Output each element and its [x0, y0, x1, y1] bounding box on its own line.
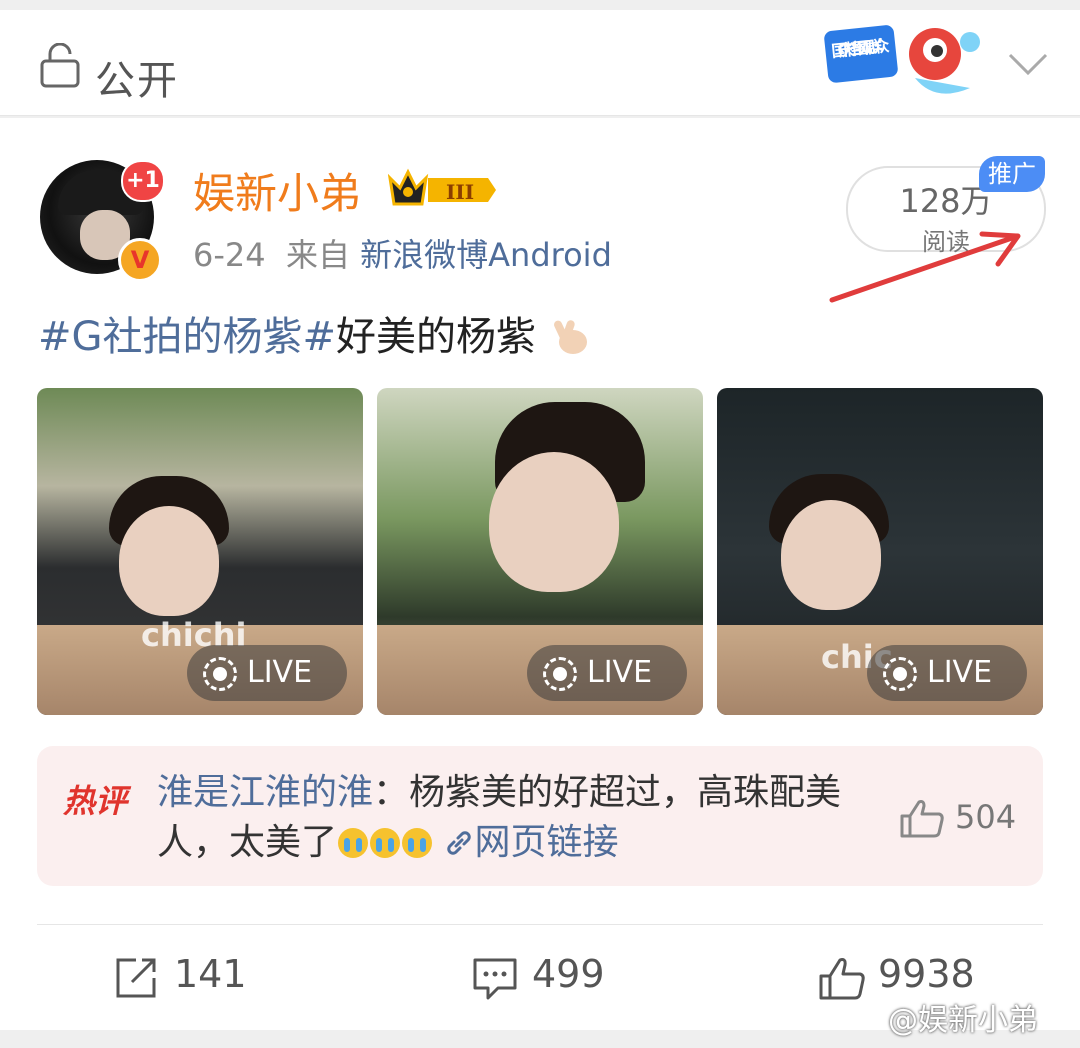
hot-comment-like[interactable]: 504 — [899, 798, 1039, 838]
post-source[interactable]: 新浪微博Android — [360, 236, 612, 274]
like-count: 9938 — [878, 952, 975, 996]
avatar-plus-badge: +1 — [121, 160, 165, 202]
live-icon — [203, 657, 237, 691]
finger-heart-emoji-icon — [553, 320, 587, 354]
promo-banner[interactable]: 国庆档围观群众 — [820, 18, 1000, 110]
post-meta: 6-24 来自 新浪微博Android — [193, 230, 612, 276]
hashtag-link[interactable]: #G社拍的杨紫# — [38, 314, 336, 360]
repost-icon — [116, 958, 156, 998]
crying-emoji-icon — [370, 828, 401, 858]
live-badge[interactable]: LIVE — [867, 645, 1027, 701]
post-body: 好美的杨紫 — [336, 314, 537, 360]
level-badge-text: III — [446, 180, 474, 204]
visibility-bar[interactable]: 公开 国庆档围观群众 — [0, 10, 1080, 116]
red-arrow-annotation — [829, 231, 1021, 303]
comment-count: 499 — [532, 952, 605, 996]
link-icon — [447, 831, 472, 855]
weibo-watermark: @娱新小弟 — [888, 1003, 1038, 1038]
hot-comment-user[interactable]: 淮是江淮的淮 — [157, 772, 373, 813]
live-badge[interactable]: LIVE — [187, 645, 347, 701]
thumbs-up-icon — [900, 800, 944, 838]
chevron-down-icon[interactable] — [1008, 52, 1048, 76]
post-text: #G社拍的杨紫#好美的杨紫 — [38, 304, 591, 362]
photo-2[interactable]: LIVE — [377, 388, 703, 715]
hot-comment-badge: 热评 — [63, 782, 128, 820]
visibility-label: 公开 — [95, 58, 179, 104]
photo-3[interactable]: chic LIVE — [717, 388, 1043, 715]
crying-emoji-icon — [402, 828, 433, 858]
post-card: +1 V 娱新小弟 III 6-24 来自 新浪微博Android 128万 阅… — [0, 118, 1080, 1030]
photo-1[interactable]: chichi LIVE — [37, 388, 363, 715]
comment-button[interactable]: 499 — [472, 948, 632, 1008]
post-date: 6-24 — [193, 236, 266, 274]
comment-icon — [473, 958, 517, 1000]
verified-badge-icon: V — [118, 238, 162, 282]
hot-comment-text: 淮是江淮的淮：杨紫美的好超过，高珠配美人，太美了 网页链接 — [157, 772, 842, 863]
source-prefix: 来自 — [285, 236, 350, 274]
divider — [37, 924, 1043, 925]
live-badge[interactable]: LIVE — [527, 645, 687, 701]
repost-button[interactable]: 141 — [114, 948, 274, 1008]
crown-level-icon[interactable]: III — [388, 168, 498, 210]
thumbs-up-icon — [819, 958, 865, 1000]
repost-count: 141 — [174, 952, 247, 996]
lock-open-icon — [40, 43, 80, 88]
hot-comment-like-count: 504 — [955, 798, 1017, 836]
promoted-tag[interactable]: 推广 — [979, 156, 1045, 192]
live-icon — [883, 657, 917, 691]
author-name[interactable]: 娱新小弟 — [193, 160, 361, 221]
hot-comment[interactable]: 热评 淮是江淮的淮：杨紫美的好超过，高珠配美人，太美了 网页链接 504 — [37, 746, 1043, 886]
crying-emoji-icon — [338, 828, 369, 858]
live-icon — [543, 657, 577, 691]
web-link[interactable]: 网页链接 — [444, 822, 618, 863]
